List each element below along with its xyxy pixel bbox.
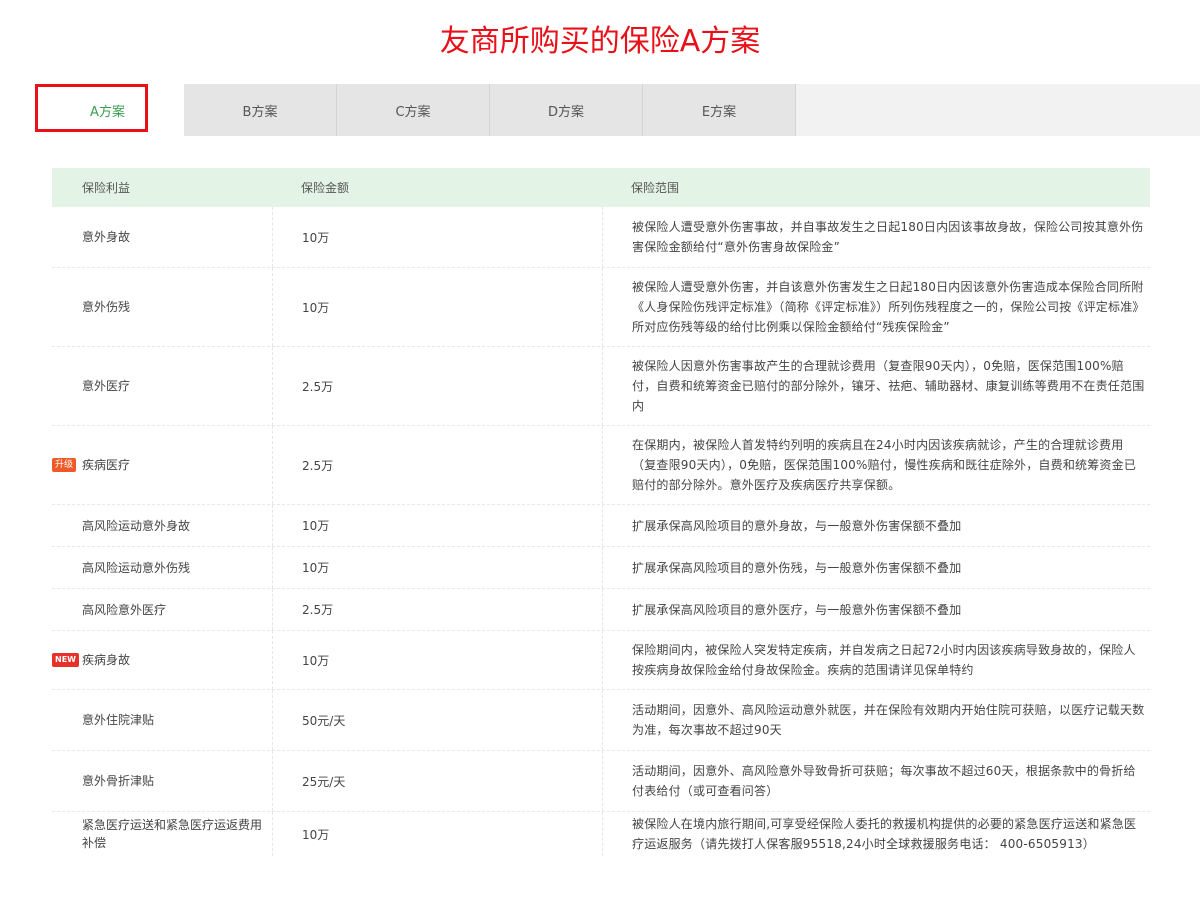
benefit-cell: 意外伤残 — [82, 300, 131, 314]
header-benefit: 保险利益 — [82, 181, 131, 195]
tab-plan-b[interactable]: B方案 — [184, 84, 337, 136]
tab-bar-filler — [796, 84, 1200, 136]
new-badge: NEW — [52, 653, 79, 667]
upgrade-badge: 升级 — [52, 458, 77, 472]
benefit-cell: 意外身故 — [82, 230, 131, 244]
scope-cell: 扩展承保高风险项目的意外身故，与一般意外伤害保额不叠加 — [632, 518, 962, 533]
scope-cell: 扩展承保高风险项目的意外伤残，与一般意外伤害保额不叠加 — [632, 560, 962, 575]
tab-plan-d[interactable]: D方案 — [490, 84, 643, 136]
table-row: 高风险意外医疗 2.5万 扩展承保高风险项目的意外医疗，与一般意外伤害保额不叠加 — [52, 589, 1150, 631]
header-amount: 保险金额 — [301, 181, 350, 195]
amount-cell: 10万 — [302, 653, 330, 668]
benefit-cell: 高风险运动意外身故 — [82, 518, 191, 533]
scope-cell: 保险期间内，被保险人突发特定疾病，并自发病之日起72小时内因该疾病导致身故的，保… — [632, 643, 1136, 677]
page-title: 友商所购买的保险A方案 — [439, 24, 761, 59]
scope-cell: 被保险人因意外伤害事故产生的合理就诊费用（复查限90天内），0免赔，医保范围10… — [632, 359, 1145, 413]
benefit-cell: 意外医疗 — [82, 379, 131, 393]
table-row: 意外医疗 2.5万 被保险人因意外伤害事故产生的合理就诊费用（复查限90天内），… — [52, 347, 1150, 426]
tab-plan-c[interactable]: C方案 — [337, 84, 490, 136]
table-row: 高风险运动意外身故 10万 扩展承保高风险项目的意外身故，与一般意外伤害保额不叠… — [52, 505, 1150, 547]
benefit-cell: 高风险意外医疗 — [82, 602, 167, 617]
table-row: 紧急医疗运送和紧急医疗运返费用补偿 10万 被保险人在境内旅行期间,可享受经保险… — [52, 812, 1150, 856]
table-row: 意外住院津贴 50元/天 活动期间，因意外、高风险运动意外就医，并在保险有效期内… — [52, 690, 1150, 751]
benefit-cell: 意外住院津贴 — [82, 713, 155, 727]
table-row: 高风险运动意外伤残 10万 扩展承保高风险项目的意外伤残，与一般意外伤害保额不叠… — [52, 547, 1150, 589]
benefit-cell: 高风险运动意外伤残 — [82, 560, 191, 575]
table-row: 意外身故 10万 被保险人遭受意外伤害事故，并自事故发生之日起180日内因该事故… — [52, 207, 1150, 268]
amount-cell: 10万 — [302, 561, 330, 575]
scope-cell: 活动期间，因意外、高风险意外导致骨折可获赔；每次事故不超过60天，根据条款中的骨… — [632, 764, 1136, 798]
amount-cell: 2.5万 — [302, 603, 334, 617]
table-row: 升级 疾病医疗 2.5万 在保期内，被保险人首发特约列明的疾病且在24小时内因该… — [52, 426, 1150, 505]
benefit-cell: 紧急医疗运送和紧急医疗运返费用补偿 — [82, 818, 263, 850]
benefit-cell: 疾病医疗 — [82, 458, 131, 472]
benefit-cell: 疾病身故 — [82, 653, 131, 667]
amount-cell: 2.5万 — [302, 458, 334, 473]
tab-plan-e[interactable]: E方案 — [643, 84, 796, 136]
plan-tabs: A方案 B方案 C方案 D方案 E方案 — [31, 84, 1200, 136]
amount-cell: 2.5万 — [302, 379, 334, 394]
amount-cell: 10万 — [302, 300, 330, 315]
benefits-table: 保险利益 保险金额 保险范围 意外身故 10万 被保险人遭受意外伤害事故，并自事… — [52, 168, 1150, 856]
table-row: 意外骨折津贴 25元/天 活动期间，因意外、高风险意外导致骨折可获赔；每次事故不… — [52, 751, 1150, 812]
scope-cell: 被保险人在境内旅行期间,可享受经保险人委托的救援机构提供的必要的紧急医疗运送和紧… — [632, 817, 1137, 851]
amount-cell: 50元/天 — [302, 713, 346, 728]
amount-cell: 25元/天 — [302, 774, 346, 789]
table-header: 保险利益 保险金额 保险范围 — [52, 168, 1150, 207]
tab-plan-a[interactable]: A方案 — [31, 84, 184, 136]
amount-cell: 10万 — [302, 230, 330, 245]
table-row: 意外伤残 10万 被保险人遭受意外伤害，并自该意外伤害发生之日起180日内因该意… — [52, 268, 1150, 347]
scope-cell: 在保期内，被保险人首发特约列明的疾病且在24小时内因该疾病就诊，产生的合理就诊费… — [632, 438, 1137, 492]
scope-cell: 扩展承保高风险项目的意外医疗，与一般意外伤害保额不叠加 — [632, 602, 962, 617]
benefit-cell: 意外骨折津贴 — [82, 774, 155, 788]
header-scope: 保险范围 — [631, 181, 680, 195]
scope-cell: 被保险人遭受意外伤害，并自该意外伤害发生之日起180日内因该意外伤害造成本保险合… — [632, 280, 1145, 334]
scope-cell: 活动期间，因意外、高风险运动意外就医，并在保险有效期内开始住院可获赔，以医疗记载… — [632, 703, 1145, 737]
table-row: NEW 疾病身故 10万 保险期间内，被保险人突发特定疾病，并自发病之日起72小… — [52, 631, 1150, 690]
scope-cell: 被保险人遭受意外伤害事故，并自事故发生之日起180日内因该事故身故，保险公司按其… — [632, 220, 1144, 254]
amount-cell: 10万 — [302, 519, 330, 533]
amount-cell: 10万 — [302, 827, 330, 842]
